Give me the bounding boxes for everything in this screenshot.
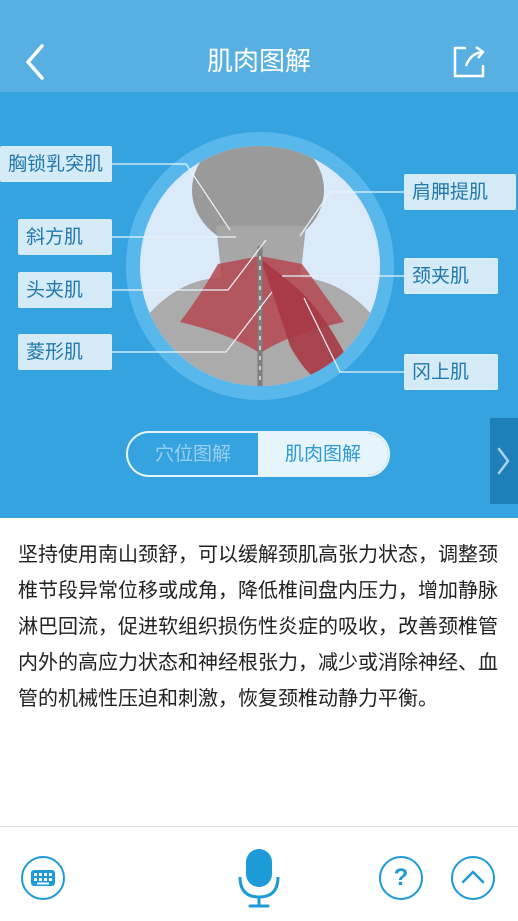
bottom-toolbar: ?	[0, 826, 518, 921]
description-text: 坚持使用南山颈舒，可以缓解颈肌高张力状态，调整颈椎节段异常位移或成角，降低椎间盘…	[18, 542, 498, 710]
tab-muscle[interactable]: 肌肉图解	[258, 433, 388, 475]
page-title: 肌肉图解	[206, 47, 311, 77]
muscle-diagram-panel: 胸锁乳突肌 斜方肌 头夹肌 菱形肌 肩胛提肌 颈夹肌 冈上肌 穴位图解 肌肉图解	[0, 92, 518, 518]
tab-acupoint[interactable]: 穴位图解	[128, 433, 258, 475]
keyboard-icon	[21, 856, 65, 900]
label-trapezius[interactable]: 斜方肌	[18, 219, 112, 255]
view-toggle: 穴位图解 肌肉图解	[126, 431, 390, 477]
neck-illustration	[140, 146, 380, 386]
label-splenius-capitis[interactable]: 头夹肌	[18, 272, 112, 308]
scroll-up-button[interactable]	[450, 855, 496, 905]
label-levator-scapulae[interactable]: 肩胛提肌	[404, 174, 516, 210]
share-button[interactable]	[448, 40, 492, 84]
voice-button[interactable]	[238, 847, 280, 913]
chevron-up-icon	[451, 856, 495, 900]
label-sternocleidomastoid[interactable]: 胸锁乳突肌	[0, 146, 112, 182]
chevron-right-icon	[497, 447, 510, 475]
microphone-icon	[238, 849, 280, 908]
help-button[interactable]: ?	[378, 855, 424, 901]
share-icon	[453, 45, 485, 78]
next-page-button[interactable]	[490, 418, 518, 504]
label-rhomboid[interactable]: 菱形肌	[18, 334, 112, 370]
help-glyph: ?	[393, 864, 409, 891]
header-bar: 肌肉图解	[0, 0, 518, 92]
keyboard-button[interactable]	[20, 855, 66, 905]
label-splenius-cervicis[interactable]: 颈夹肌	[404, 258, 498, 294]
label-supraspinatus[interactable]: 冈上肌	[404, 354, 498, 390]
